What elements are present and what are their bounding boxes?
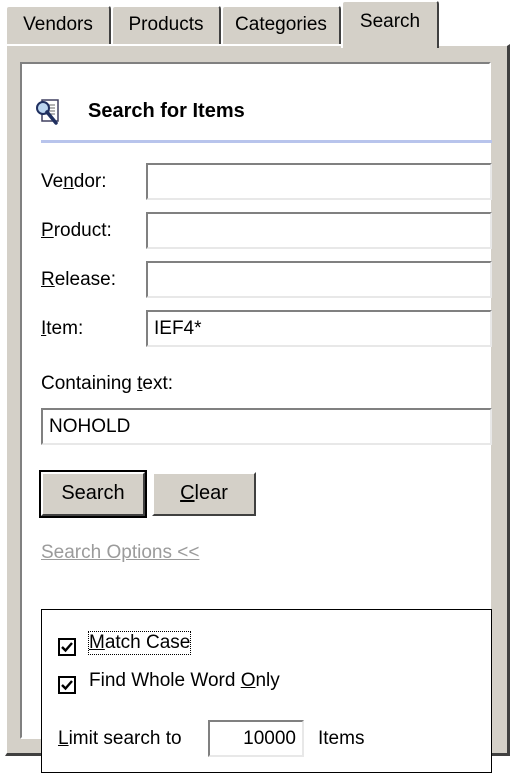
- checkmark-icon: [61, 680, 73, 691]
- containing-text-label: Containing text:: [41, 373, 174, 394]
- search-form-area: Search for Items Vendor: Product: Releas…: [20, 62, 492, 773]
- header-separator: [41, 140, 492, 143]
- containing-text-field[interactable]: [41, 408, 492, 445]
- product-field[interactable]: [146, 212, 492, 249]
- release-field[interactable]: [146, 261, 492, 298]
- tab-vendors[interactable]: Vendors: [5, 5, 111, 45]
- limit-label: Limit search to: [58, 728, 182, 749]
- vendor-field[interactable]: [146, 163, 492, 200]
- whole-word-label[interactable]: Find Whole Word Only: [89, 670, 280, 692]
- checkmark-icon: [61, 642, 73, 653]
- limit-field[interactable]: [208, 720, 304, 757]
- search-panel: Search for Items Vendor: Product: Releas…: [5, 44, 510, 773]
- search-options-link[interactable]: Search Options <<: [41, 542, 199, 564]
- tab-search[interactable]: Search: [341, 0, 439, 48]
- limit-unit-label: Items: [318, 728, 365, 749]
- item-field[interactable]: [146, 310, 492, 347]
- product-label: Product:: [41, 220, 112, 241]
- clear-button[interactable]: Clear: [152, 472, 256, 516]
- tab-categories[interactable]: Categories: [221, 5, 341, 45]
- tab-products[interactable]: Products: [111, 5, 221, 45]
- vendor-label: Vendor:: [41, 171, 107, 192]
- match-case-checkbox[interactable]: [58, 638, 76, 656]
- whole-word-checkbox[interactable]: [58, 676, 76, 694]
- panel-title: Search for Items: [88, 100, 245, 122]
- search-document-icon: [33, 97, 63, 127]
- search-options-box: Match Case Find Whole Word Only Limit se…: [41, 609, 492, 773]
- item-label: Item:: [41, 318, 84, 339]
- match-case-label[interactable]: Match Case: [87, 631, 192, 655]
- search-button[interactable]: Search: [39, 470, 147, 518]
- release-label: Release:: [41, 269, 117, 290]
